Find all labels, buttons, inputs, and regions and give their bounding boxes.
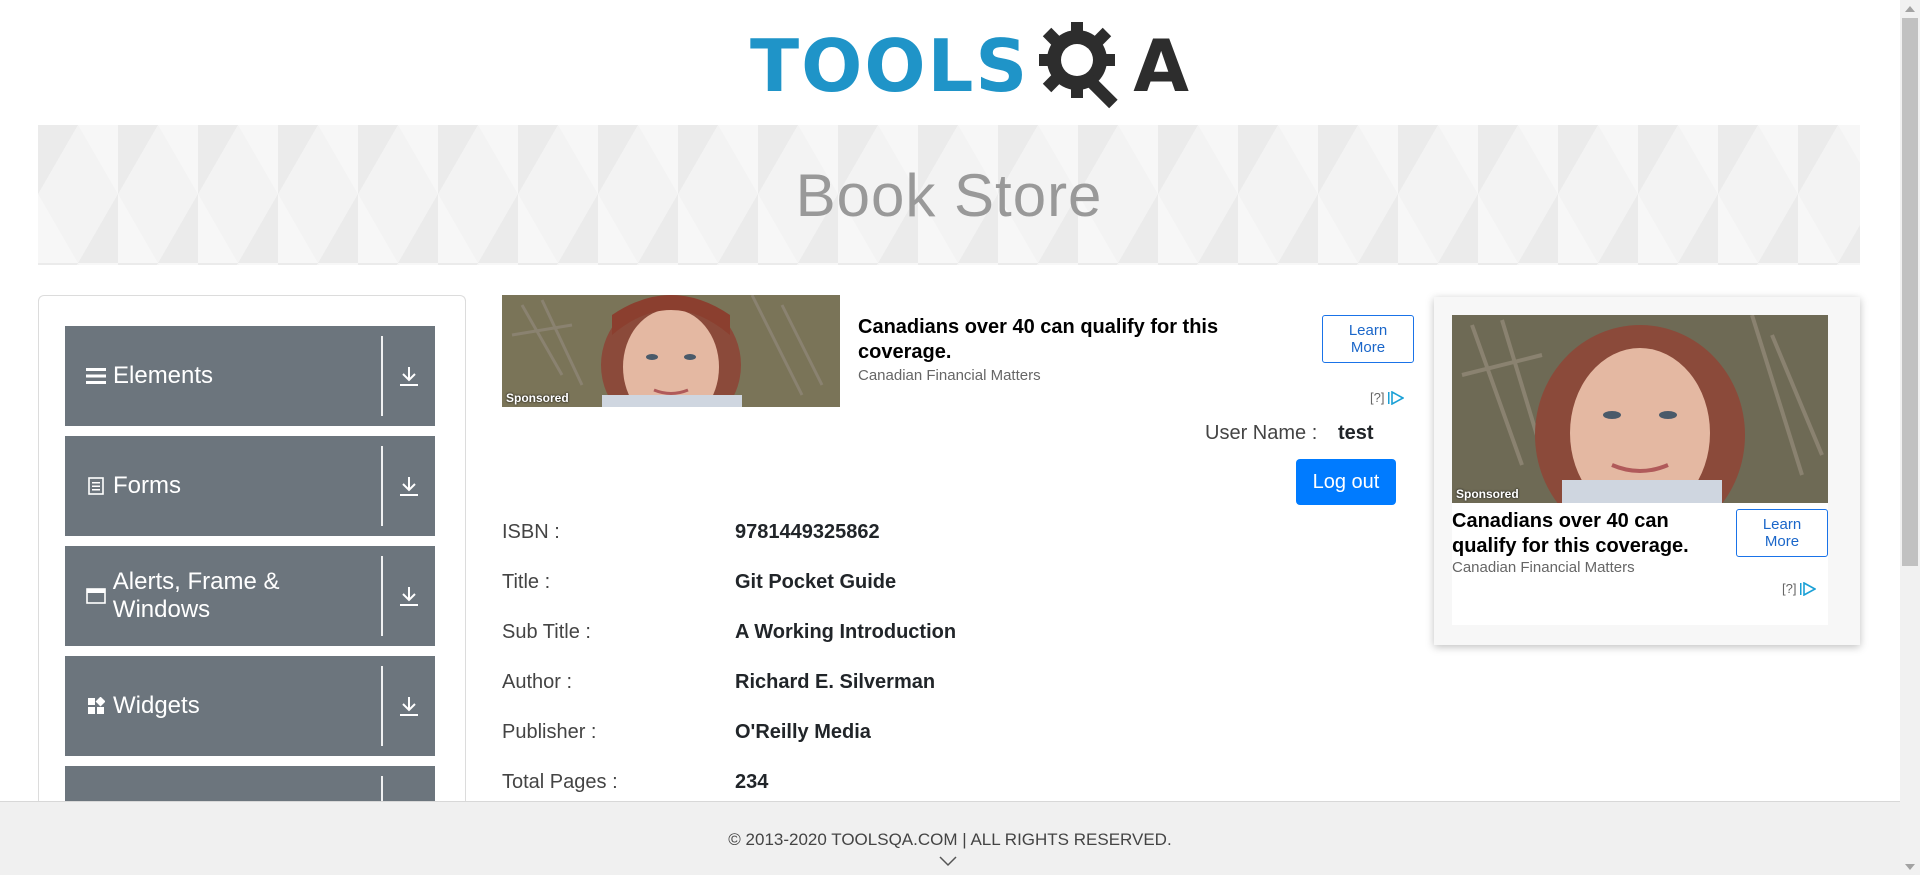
subtitle-label: Sub Title : [502,621,591,643]
author-label: Author : [502,671,573,693]
learn-more-button[interactable]: Learn More [1322,315,1414,363]
divider [381,336,383,416]
logo-text-a: A [1133,23,1189,108]
sidebar-group-label-container: Alerts, Frame & Windows [65,568,381,624]
ad-choices-label: [?] [1370,390,1385,405]
toolsqa-logo[interactable]: TOOLS A [750,18,1189,113]
isbn-label: ISBN : [502,521,560,543]
page-title: Book Store [795,161,1103,229]
divider [381,666,383,746]
sidebar-group-label: Forms [113,472,181,499]
total-pages-value: 234 [735,771,769,793]
ad-source[interactable]: Canadian Financial Matters [1452,559,1635,576]
download-arrow-icon [383,585,435,607]
divider [381,556,383,636]
ad-source[interactable]: Canadian Financial Matters [858,367,1041,384]
username-value: test [1338,422,1374,444]
sidebar-group-label-container: Widgets [65,692,381,720]
download-arrow-icon [383,475,435,497]
publisher-value: O'Reilly Media [735,721,871,743]
title-value: Git Pocket Guide [735,571,897,593]
divider [381,446,383,526]
download-arrow-icon [383,365,435,387]
window-icon [85,585,107,607]
footer: © 2013-2020 TOOLSQA.COM | ALL RIGHTS RES… [0,801,1900,875]
title-label: Title : [502,571,551,593]
chevron-down-icon[interactable] [938,854,958,872]
isbn-value: 9781449325862 [735,521,880,543]
vertical-scrollbar[interactable] [1900,0,1920,875]
logo-text: TOOLS [750,23,1030,108]
download-arrow-icon [383,695,435,717]
logout-button[interactable]: Log out [1296,459,1396,505]
ad-choices-label: [?] [1782,581,1797,596]
ad-image[interactable]: Sponsored [1452,315,1828,503]
adchoices-icon [1800,581,1817,596]
copyright-text: © 2013-2020 TOOLSQA.COM | ALL RIGHTS RES… [728,830,1172,849]
sidebar-group-label: Widgets [113,692,200,719]
ad-headline[interactable]: Canadians over 40 can qualify for this c… [1452,509,1712,559]
adchoices-icon [1388,390,1405,405]
sponsored-label: Sponsored [506,391,569,405]
sidebar-group-label: Alerts, Frame & Windows [112,568,280,623]
sidebar-group-alerts-frame-windows[interactable]: Alerts, Frame & Windows [65,546,435,646]
learn-more-button[interactable]: Learn More [1736,509,1828,557]
username-label: User Name : [1205,422,1318,444]
sidebar-group-widgets[interactable]: Widgets [65,656,435,756]
widgets-icon [85,695,107,717]
sponsored-ad-top[interactable]: Sponsored Canadians over 40 can qualify … [502,295,1414,410]
sponsored-label: Sponsored [1456,487,1519,501]
ad-choices[interactable]: [?] [1782,581,1817,596]
gear-magnifier-icon [1029,18,1139,113]
author-value: Richard E. Silverman [735,671,936,693]
sponsored-ad-right[interactable]: Sponsored Canadians over 40 can qualify … [1434,297,1860,645]
sidebar-group-elements[interactable]: Elements [65,326,435,426]
sidebar-group-label-container: Forms [65,472,381,500]
subtitle-value: A Working Introduction [735,621,957,643]
hamburger-icon [85,365,107,387]
ad-choices[interactable]: [?] [1370,390,1405,405]
publisher-label: Publisher : [502,721,597,743]
ad-image[interactable]: Sponsored [502,295,840,407]
ad-card[interactable]: Sponsored Canadians over 40 can qualify … [1452,315,1828,625]
sidebar-group-label: Elements [113,362,214,389]
scrollbar-thumb[interactable] [1902,18,1918,566]
sidebar-group-forms[interactable]: Forms [65,436,435,536]
scroll-up-arrow-icon[interactable] [1900,0,1920,17]
sidebar: Elements Forms Alerts, Frame & Windows W… [38,295,466,815]
document-icon [85,475,107,497]
sidebar-group-label-container: Elements [65,362,381,390]
ad-headline[interactable]: Canadians over 40 can qualify for this c… [858,315,1228,365]
scroll-down-arrow-icon[interactable] [1900,858,1920,875]
total-pages-label: Total Pages : [502,771,618,793]
page-banner: Book Store [38,125,1860,265]
